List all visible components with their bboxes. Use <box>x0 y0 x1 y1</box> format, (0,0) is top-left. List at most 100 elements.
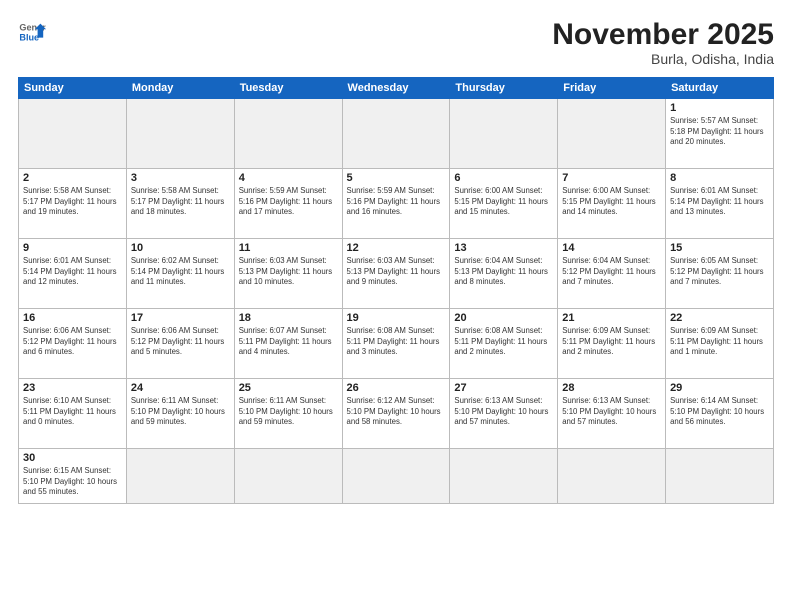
table-row: 18 Sunrise: 6:07 AM Sunset: 5:11 PM Dayli… <box>234 309 342 379</box>
table-row: 29 Sunrise: 6:14 AM Sunset: 5:10 PM Dayli… <box>666 379 774 449</box>
day-number: 16 <box>23 312 122 324</box>
table-row: 9 Sunrise: 6:01 AM Sunset: 5:14 PM Daylig… <box>19 239 127 309</box>
day-number: 3 <box>131 172 230 184</box>
day-info: Sunrise: 6:01 AM Sunset: 5:14 PM Dayligh… <box>23 256 122 288</box>
table-row: 24 Sunrise: 6:11 AM Sunset: 5:10 PM Dayli… <box>126 379 234 449</box>
table-row: 25Sunrise: 6:11 AM Sunset: 5:10 PM Dayli… <box>234 379 342 449</box>
table-row <box>342 449 450 504</box>
header-tuesday: Tuesday <box>234 78 342 99</box>
table-row: 23 Sunrise: 6:10 AM Sunset: 5:11 PM Dayli… <box>19 379 127 449</box>
day-number: 6 <box>454 172 553 184</box>
table-row: 28 Sunrise: 6:13 AM Sunset: 5:10 PM Dayli… <box>558 379 666 449</box>
day-number: 28 <box>562 382 661 394</box>
day-info: Sunrise: 6:06 AM Sunset: 5:12 PM Dayligh… <box>23 326 122 358</box>
table-row <box>558 99 666 169</box>
day-info: Sunrise: 6:13 AM Sunset: 5:10 PM Dayligh… <box>454 396 553 428</box>
table-row <box>234 449 342 504</box>
day-number: 23 <box>23 382 122 394</box>
svg-text:Blue: Blue <box>19 32 39 42</box>
table-row: 14 Sunrise: 6:04 AM Sunset: 5:12 PM Dayli… <box>558 239 666 309</box>
location-subtitle: Burla, Odisha, India <box>552 51 774 67</box>
month-title: November 2025 <box>552 18 774 51</box>
day-info: Sunrise: 6:10 AM Sunset: 5:11 PM Dayligh… <box>23 396 122 428</box>
day-info: Sunrise: 6:14 AM Sunset: 5:10 PM Dayligh… <box>670 396 769 428</box>
table-row <box>450 449 558 504</box>
table-row: 17Sunrise: 6:06 AM Sunset: 5:12 PM Dayli… <box>126 309 234 379</box>
day-number: 12 <box>347 242 446 254</box>
day-info: Sunrise: 6:03 AM Sunset: 5:13 PM Dayligh… <box>239 256 338 288</box>
day-number: 4 <box>239 172 338 184</box>
table-row: 22 Sunrise: 6:09 AM Sunset: 5:11 PM Dayli… <box>666 309 774 379</box>
day-info: Sunrise: 5:59 AM Sunset: 5:16 PM Dayligh… <box>239 186 338 218</box>
table-row <box>666 449 774 504</box>
table-row: 19Sunrise: 6:08 AM Sunset: 5:11 PM Dayli… <box>342 309 450 379</box>
header-sunday: Sunday <box>19 78 127 99</box>
table-row: 13 Sunrise: 6:04 AM Sunset: 5:13 PM Dayli… <box>450 239 558 309</box>
table-row <box>126 99 234 169</box>
day-info: Sunrise: 6:11 AM Sunset: 5:10 PM Dayligh… <box>131 396 230 428</box>
table-row: 21 Sunrise: 6:09 AM Sunset: 5:11 PM Dayli… <box>558 309 666 379</box>
logo-icon: General Blue <box>18 18 46 46</box>
table-row: 10 Sunrise: 6:02 AM Sunset: 5:14 PM Dayli… <box>126 239 234 309</box>
day-number: 25 <box>239 382 338 394</box>
table-row: 11 Sunrise: 6:03 AM Sunset: 5:13 PM Dayli… <box>234 239 342 309</box>
logo: General Blue <box>18 18 46 46</box>
day-info: Sunrise: 5:58 AM Sunset: 5:17 PM Dayligh… <box>131 186 230 218</box>
table-row: 7 Sunrise: 6:00 AM Sunset: 5:15 PM Daylig… <box>558 169 666 239</box>
day-info: Sunrise: 6:13 AM Sunset: 5:10 PM Dayligh… <box>562 396 661 428</box>
day-info: Sunrise: 6:07 AM Sunset: 5:11 PM Dayligh… <box>239 326 338 358</box>
day-info: Sunrise: 6:09 AM Sunset: 5:11 PM Dayligh… <box>562 326 661 358</box>
day-number: 13 <box>454 242 553 254</box>
day-info: Sunrise: 6:08 AM Sunset: 5:11 PM Dayligh… <box>347 326 446 358</box>
header-thursday: Thursday <box>450 78 558 99</box>
day-number: 18 <box>239 312 338 324</box>
table-row: 16 Sunrise: 6:06 AM Sunset: 5:12 PM Dayli… <box>19 309 127 379</box>
day-number: 5 <box>347 172 446 184</box>
day-info: Sunrise: 6:04 AM Sunset: 5:12 PM Dayligh… <box>562 256 661 288</box>
day-number: 21 <box>562 312 661 324</box>
day-info: Sunrise: 6:01 AM Sunset: 5:14 PM Dayligh… <box>670 186 769 218</box>
day-info: Sunrise: 5:58 AM Sunset: 5:17 PM Dayligh… <box>23 186 122 218</box>
day-number: 27 <box>454 382 553 394</box>
day-number: 15 <box>670 242 769 254</box>
header-monday: Monday <box>126 78 234 99</box>
header: General Blue November 2025 Burla, Odisha… <box>18 18 774 67</box>
table-row: 8 Sunrise: 6:01 AM Sunset: 5:14 PM Daylig… <box>666 169 774 239</box>
day-number: 11 <box>239 242 338 254</box>
day-number: 1 <box>670 102 769 114</box>
table-row: 27 Sunrise: 6:13 AM Sunset: 5:10 PM Dayli… <box>450 379 558 449</box>
day-number: 9 <box>23 242 122 254</box>
table-row: 20Sunrise: 6:08 AM Sunset: 5:11 PM Dayli… <box>450 309 558 379</box>
day-number: 26 <box>347 382 446 394</box>
weekday-header-row: Sunday Monday Tuesday Wednesday Thursday… <box>19 78 774 99</box>
day-number: 8 <box>670 172 769 184</box>
table-row <box>19 99 127 169</box>
day-info: Sunrise: 6:04 AM Sunset: 5:13 PM Dayligh… <box>454 256 553 288</box>
day-info: Sunrise: 6:03 AM Sunset: 5:13 PM Dayligh… <box>347 256 446 288</box>
day-number: 20 <box>454 312 553 324</box>
table-row <box>342 99 450 169</box>
day-info: Sunrise: 6:15 AM Sunset: 5:10 PM Dayligh… <box>23 466 122 498</box>
table-row: 26Sunrise: 6:12 AM Sunset: 5:10 PM Dayli… <box>342 379 450 449</box>
table-row: 3 Sunrise: 5:58 AM Sunset: 5:17 PM Daylig… <box>126 169 234 239</box>
table-row <box>558 449 666 504</box>
day-number: 10 <box>131 242 230 254</box>
day-number: 7 <box>562 172 661 184</box>
table-row: 30 Sunrise: 6:15 AM Sunset: 5:10 PM Dayli… <box>19 449 127 504</box>
header-saturday: Saturday <box>666 78 774 99</box>
day-info: Sunrise: 5:59 AM Sunset: 5:16 PM Dayligh… <box>347 186 446 218</box>
table-row <box>126 449 234 504</box>
calendar-table: Sunday Monday Tuesday Wednesday Thursday… <box>18 77 774 504</box>
day-info: Sunrise: 6:00 AM Sunset: 5:15 PM Dayligh… <box>454 186 553 218</box>
day-number: 29 <box>670 382 769 394</box>
table-row: 4 Sunrise: 5:59 AM Sunset: 5:16 PM Daylig… <box>234 169 342 239</box>
table-row: 2Sunrise: 5:58 AM Sunset: 5:17 PM Daylig… <box>19 169 127 239</box>
day-number: 30 <box>23 452 122 464</box>
day-number: 22 <box>670 312 769 324</box>
day-info: Sunrise: 5:57 AM Sunset: 5:18 PM Dayligh… <box>670 116 769 148</box>
day-number: 24 <box>131 382 230 394</box>
day-info: Sunrise: 6:09 AM Sunset: 5:11 PM Dayligh… <box>670 326 769 358</box>
day-info: Sunrise: 6:02 AM Sunset: 5:14 PM Dayligh… <box>131 256 230 288</box>
day-info: Sunrise: 6:00 AM Sunset: 5:15 PM Dayligh… <box>562 186 661 218</box>
day-number: 14 <box>562 242 661 254</box>
